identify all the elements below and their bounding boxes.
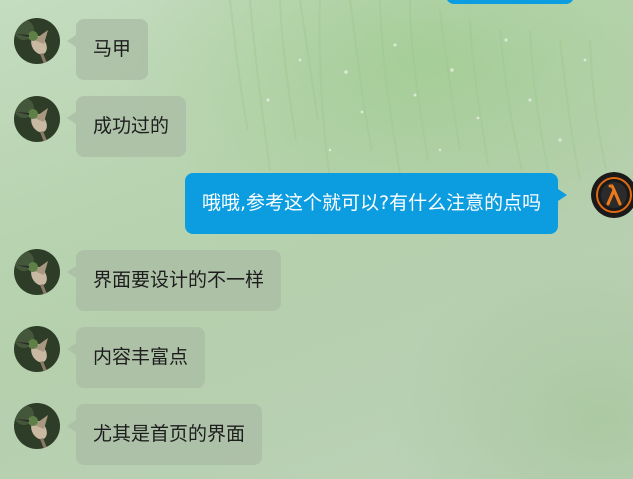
hummingbird-avatar[interactable] bbox=[14, 403, 60, 449]
message-text: 哦哦,参考这个就可以?有什么注意的点吗 bbox=[202, 192, 542, 214]
chat-background: 马甲 成功过的 哦哦,参考这个就可以?有什么注意的点吗 界面要设计的不一样 内容… bbox=[0, 0, 633, 479]
hummingbird-icon bbox=[14, 249, 60, 295]
message-bubble[interactable]: 内容丰富点 bbox=[66, 327, 206, 388]
message-bubble[interactable]: 尤其是首页的界面 bbox=[66, 404, 263, 465]
message-bubble[interactable]: 马甲 bbox=[66, 19, 149, 80]
hummingbird-avatar[interactable] bbox=[14, 326, 60, 372]
hummingbird-icon bbox=[14, 326, 60, 372]
hummingbird-icon bbox=[14, 403, 60, 449]
message-bubble[interactable]: 哦哦,参考这个就可以?有什么注意的点吗 bbox=[185, 173, 568, 234]
hummingbird-icon bbox=[14, 18, 60, 64]
lambda-icon bbox=[591, 172, 633, 218]
hummingbird-avatar[interactable] bbox=[14, 96, 60, 142]
message-text: 成功过的 bbox=[93, 115, 170, 137]
message-text: 马甲 bbox=[93, 38, 132, 60]
hummingbird-avatar[interactable] bbox=[14, 18, 60, 64]
message-text: 尤其是首页的界面 bbox=[93, 423, 246, 445]
hummingbird-avatar[interactable] bbox=[14, 249, 60, 295]
previous-message-bubble-edge[interactable] bbox=[446, 0, 574, 4]
message-bubble[interactable]: 成功过的 bbox=[66, 96, 187, 157]
message-text: 内容丰富点 bbox=[93, 346, 189, 368]
hummingbird-icon bbox=[14, 96, 60, 142]
message-text: 界面要设计的不一样 bbox=[93, 269, 265, 291]
message-bubble[interactable]: 界面要设计的不一样 bbox=[66, 250, 282, 311]
half-life-lambda-avatar[interactable] bbox=[591, 172, 633, 218]
